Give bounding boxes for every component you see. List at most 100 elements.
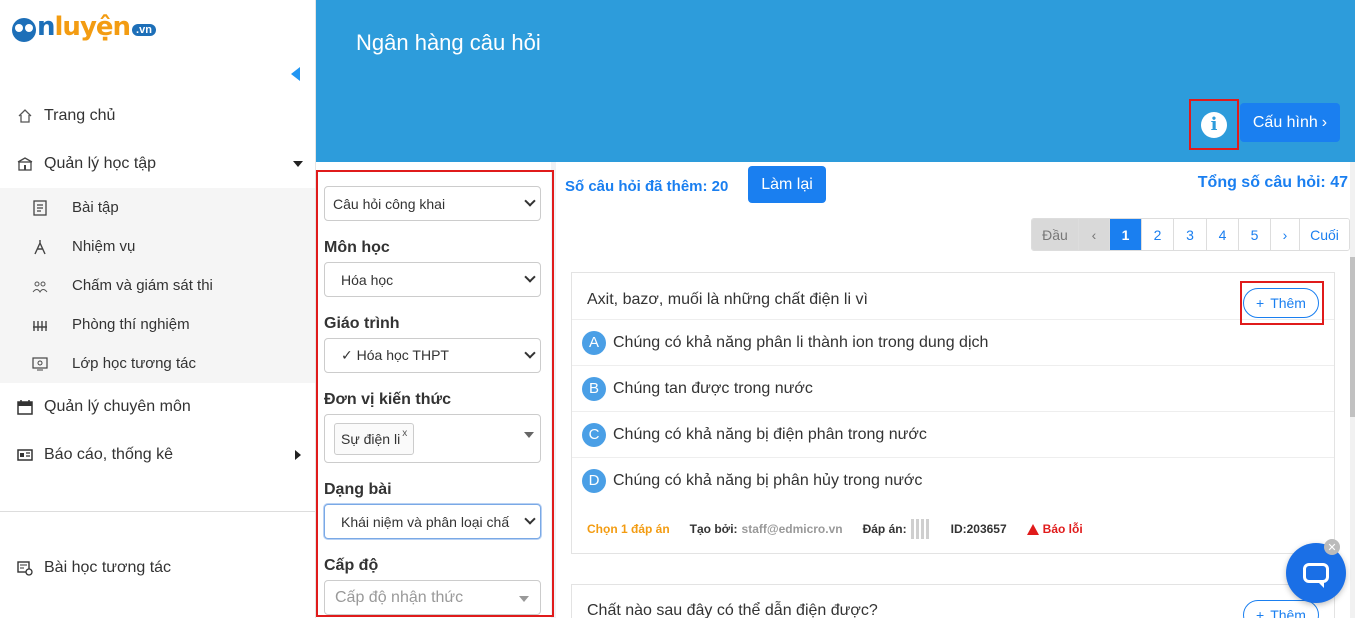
- report-icon: [16, 446, 34, 464]
- config-button-label: Cấu hình: [1252, 113, 1318, 131]
- sidebar-item-proctoring[interactable]: Chấm và giám sát thi: [0, 266, 315, 305]
- add-question-button[interactable]: + Thêm: [1243, 288, 1319, 318]
- sidebar-item-professional-management[interactable]: Quản lý chuyên môn: [0, 383, 315, 431]
- level-select[interactable]: Cấp độ nhận thức: [324, 580, 541, 615]
- chevron-down-icon: [524, 195, 536, 207]
- add-question-label: Thêm: [1270, 607, 1306, 618]
- interactive-lesson-icon: [16, 559, 34, 577]
- answer-letter-badge: D: [582, 468, 606, 493]
- chat-icon: [1303, 563, 1329, 588]
- sidebar-item-reports[interactable]: Báo cáo, thống kê: [0, 431, 315, 479]
- knowledge-unit-label: Đơn vị kiến thức: [324, 391, 451, 408]
- chevron-down-icon: [524, 347, 536, 359]
- answer-option[interactable]: B Chúng tan được trong nước: [572, 365, 1334, 411]
- exercise-icon: [32, 199, 48, 216]
- remove-tag-icon[interactable]: x: [402, 428, 407, 439]
- compass-icon: [32, 239, 48, 255]
- caret-down-icon: [519, 596, 529, 602]
- answer-label: Đáp án:: [862, 522, 907, 536]
- question-type-select[interactable]: Khái niệm và phân loại chấ: [324, 504, 541, 539]
- page-title: Ngân hàng câu hỏi: [356, 30, 541, 55]
- collapse-sidebar-icon[interactable]: [291, 67, 300, 81]
- calendar-icon: [16, 398, 34, 416]
- answer-option[interactable]: D Chúng có khả năng bị phân hủy trong nư…: [572, 457, 1334, 503]
- school-icon: [16, 155, 34, 173]
- sidebar-item-label: Nhiệm vụ: [72, 238, 136, 255]
- page-first[interactable]: Đầu: [1032, 219, 1079, 250]
- logo[interactable]: nluyện .vn: [12, 8, 156, 42]
- question-type-select-value: Khái niệm và phân loại chấ: [341, 513, 510, 530]
- knowledge-unit-tag-label: Sự điện li: [341, 431, 401, 447]
- level-select-placeholder: Cấp độ nhận thức: [335, 588, 464, 606]
- page-header: Ngân hàng câu hỏi i Cấu hình ›: [316, 0, 1355, 162]
- subject-select-value: Hóa học: [341, 271, 394, 288]
- sidebar-item-label: Lớp học tương tác: [72, 355, 196, 372]
- lab-icon: [32, 317, 48, 333]
- question-id: ID:203657: [950, 522, 1007, 536]
- scope-select[interactable]: Câu hỏi công khai: [324, 186, 541, 221]
- page-prev[interactable]: ‹: [1079, 219, 1110, 250]
- config-button[interactable]: Cấu hình ›: [1240, 103, 1340, 142]
- scrollbar-thumb[interactable]: [1350, 257, 1355, 417]
- answer-option[interactable]: C Chúng có khả năng bị điện phân trong n…: [572, 411, 1334, 457]
- proctor-icon: [32, 278, 48, 294]
- sidebar-item-learning-management[interactable]: Quản lý học tập: [0, 140, 315, 188]
- interactive-class-icon: [32, 356, 48, 372]
- add-question-button[interactable]: + Thêm: [1243, 600, 1319, 618]
- curriculum-label: Giáo trình: [324, 315, 400, 332]
- answer-qr-icon[interactable]: [910, 519, 931, 539]
- sidebar-item-label: Phòng thí nghiệm: [72, 316, 190, 333]
- subject-label: Môn học: [324, 239, 390, 256]
- answer-option[interactable]: A Chúng có khả năng phân li thành ion tr…: [572, 319, 1334, 365]
- sidebar-item-home[interactable]: Trang chủ: [0, 92, 315, 140]
- sidebar-item-interactive-lesson[interactable]: Bài học tương tác: [0, 544, 315, 592]
- sidebar-item-lab[interactable]: Phòng thí nghiệm: [0, 305, 315, 344]
- learning-submenu: Bài tập Nhiệm vụ Chấm và giám sát thi Ph…: [0, 188, 315, 383]
- page-3[interactable]: 3: [1174, 219, 1207, 250]
- close-icon[interactable]: ✕: [1324, 539, 1340, 555]
- question-type-label: Dạng bài: [324, 481, 392, 498]
- answer-text: Chúng có khả năng bị phân hủy trong nước: [613, 471, 923, 489]
- report-error-link[interactable]: Báo lỗi: [1026, 522, 1083, 536]
- sidebar-item-label: Bài tập: [72, 199, 119, 216]
- sidebar-item-tasks[interactable]: Nhiệm vụ: [0, 227, 315, 266]
- page-4[interactable]: 4: [1207, 219, 1239, 250]
- page-1[interactable]: 1: [1110, 219, 1142, 250]
- created-by-value: staff@edmicro.vn: [741, 522, 843, 536]
- sidebar-item-label: Chấm và giám sát thi: [72, 277, 213, 294]
- chevron-down-icon: [524, 271, 536, 283]
- answer-letter-badge: C: [582, 422, 606, 447]
- question-card: Axit, bazơ, muối là những chất điện li v…: [571, 272, 1335, 554]
- scrollbar[interactable]: [1350, 162, 1355, 618]
- reset-button[interactable]: Làm lại: [748, 166, 826, 203]
- page-last[interactable]: Cuối: [1300, 219, 1349, 250]
- logo-prefix: n: [37, 12, 55, 42]
- sidebar-item-interactive-class[interactable]: Lớp học tương tác: [0, 344, 315, 383]
- add-question-label: Thêm: [1270, 295, 1306, 311]
- sidebar-item-label: Quản lý học tập: [44, 155, 157, 172]
- warning-icon: [1026, 523, 1039, 535]
- owl-logo-icon: [12, 18, 36, 42]
- plus-icon: +: [1256, 607, 1265, 618]
- chevron-right-icon: [295, 450, 301, 460]
- added-count: Số câu hỏi đã thêm: 20: [565, 178, 729, 195]
- level-label: Cấp độ: [324, 557, 379, 574]
- answer-text: Chúng có khả năng phân li thành ion tron…: [613, 333, 989, 351]
- curriculum-select[interactable]: ✓ Hóa học THPT: [324, 338, 541, 373]
- knowledge-unit-multiselect[interactable]: Sự điện li x: [324, 414, 541, 463]
- created-by-label: Tạo bởi:: [689, 522, 738, 536]
- answer-type: Chọn 1 đáp án: [587, 522, 670, 536]
- info-icon[interactable]: i: [1201, 111, 1227, 138]
- total-count: Tổng số câu hỏi: 47: [1197, 174, 1348, 191]
- page-next[interactable]: ›: [1271, 219, 1300, 250]
- page-5[interactable]: 5: [1239, 219, 1271, 250]
- logo-main: luyện: [54, 12, 132, 42]
- sidebar-nav: Trang chủ Quản lý học tập Bài tập Nhiệm …: [0, 92, 315, 479]
- plus-icon: +: [1256, 295, 1265, 311]
- scope-select-value: Câu hỏi công khai: [333, 195, 446, 212]
- sidebar-item-exercises[interactable]: Bài tập: [0, 188, 315, 227]
- pagination: Đầu ‹ 1 2 3 4 5 › Cuối: [1031, 218, 1350, 251]
- chevron-down-icon: [293, 161, 303, 167]
- page-2[interactable]: 2: [1142, 219, 1174, 250]
- subject-select[interactable]: Hóa học: [324, 262, 541, 297]
